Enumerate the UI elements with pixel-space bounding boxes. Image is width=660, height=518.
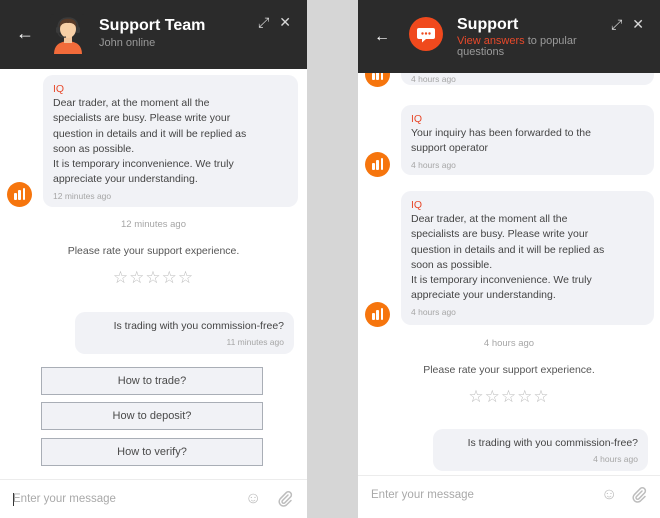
message-sender: IQ bbox=[53, 83, 65, 95]
close-icon[interactable]: ✕ bbox=[279, 15, 291, 29]
message-time: 4 hours ago bbox=[411, 159, 456, 170]
support-team-chat-window: ← Support Team John online ⤢ ✕ IQ Dear tr… bbox=[0, 0, 307, 518]
expand-icon[interactable]: ⤢ bbox=[611, 17, 622, 31]
message-input[interactable]: Enter your message bbox=[371, 489, 474, 501]
paperclip-icon[interactable] bbox=[276, 490, 294, 513]
user-message: Is trading with you commission-free? 4 h… bbox=[433, 429, 648, 471]
agent-message: IQ Your inquiry has been forwarded to th… bbox=[401, 105, 654, 175]
message-sender: IQ bbox=[411, 113, 423, 125]
chat-title: Support bbox=[457, 16, 519, 33]
message-text: Dear trader, at the moment all the speci… bbox=[411, 213, 605, 302]
expand-icon[interactable]: ⤢ bbox=[258, 15, 269, 29]
rating-stars[interactable]: ☆☆☆☆☆ bbox=[358, 387, 660, 407]
iq-logo-icon bbox=[365, 152, 390, 177]
star-icon[interactable]: ☆ bbox=[468, 387, 484, 406]
iq-logo-icon bbox=[365, 73, 390, 87]
star-icon[interactable]: ☆ bbox=[178, 268, 194, 287]
message-composer[interactable]: Enter your message ☺ bbox=[0, 479, 307, 518]
chat-title: Support Team bbox=[99, 17, 206, 34]
star-icon[interactable]: ☆ bbox=[129, 268, 145, 287]
agent-message: IQ Dear trader, at the moment all the sp… bbox=[401, 191, 654, 325]
message-time: 11 minutes ago bbox=[226, 337, 285, 348]
star-icon[interactable]: ☆ bbox=[501, 387, 517, 406]
paperclip-icon[interactable] bbox=[630, 486, 648, 509]
chat-header: ← Support View answers to popular questi… bbox=[358, 0, 660, 73]
star-icon[interactable]: ☆ bbox=[517, 387, 533, 406]
support-chat-window: ← Support View answers to popular questi… bbox=[358, 0, 660, 518]
message-list[interactable]: 4 hours ago IQ Your inquiry has been for… bbox=[358, 73, 660, 475]
message-text: Dear trader, at the moment all the speci… bbox=[53, 97, 247, 186]
header-subtitle: View answers to popular questions bbox=[457, 36, 607, 58]
star-icon[interactable]: ☆ bbox=[113, 268, 129, 287]
agent-message-partial: 4 hours ago bbox=[401, 73, 654, 85]
iq-logo-icon bbox=[365, 302, 390, 327]
user-message: Is trading with you commission-free? 11 … bbox=[75, 312, 294, 354]
emoji-icon[interactable]: ☺ bbox=[245, 490, 261, 508]
message-time: 12 minutes ago bbox=[53, 190, 112, 201]
message-composer[interactable]: Enter your message ☺ bbox=[358, 475, 660, 518]
star-icon[interactable]: ☆ bbox=[145, 268, 161, 287]
rate-prompt: Please rate your support experience. bbox=[67, 245, 240, 257]
rate-prompt: Please rate your support experience. bbox=[423, 364, 595, 376]
message-time: 4 hours ago bbox=[411, 74, 456, 84]
message-time: 4 hours ago bbox=[411, 306, 456, 317]
chat-bubble-icon bbox=[409, 17, 443, 51]
window-controls: ⤢ ✕ bbox=[601, 17, 644, 31]
divider-time: 12 minutes ago bbox=[121, 219, 186, 230]
agent-status: John online bbox=[99, 37, 156, 49]
emoji-icon[interactable]: ☺ bbox=[601, 486, 617, 504]
close-icon[interactable]: ✕ bbox=[632, 17, 644, 31]
star-icon[interactable]: ☆ bbox=[533, 387, 549, 406]
back-arrow-icon[interactable]: ← bbox=[374, 28, 390, 46]
quick-reply-trade[interactable]: How to trade? bbox=[41, 367, 263, 395]
iq-logo-icon bbox=[7, 182, 32, 207]
agent-avatar bbox=[50, 14, 86, 54]
message-text: Is trading with you commission-free? bbox=[467, 437, 638, 449]
message-list[interactable]: IQ Dear trader, at the moment all the sp… bbox=[0, 69, 307, 479]
quick-reply-deposit[interactable]: How to deposit? bbox=[41, 402, 263, 430]
message-text: Is trading with you commission-free? bbox=[113, 320, 284, 332]
message-input[interactable]: Enter your message bbox=[13, 493, 116, 505]
agent-message: IQ Dear trader, at the moment all the sp… bbox=[43, 75, 298, 207]
window-controls: ⤢ ✕ bbox=[248, 15, 291, 29]
message-sender: IQ bbox=[411, 199, 423, 211]
divider-time: 4 hours ago bbox=[483, 338, 535, 349]
message-time: 4 hours ago bbox=[593, 454, 638, 465]
message-text: Your inquiry has been forwarded to the s… bbox=[411, 127, 591, 155]
back-arrow-icon[interactable]: ← bbox=[16, 24, 34, 42]
rating-stars[interactable]: ☆☆☆☆☆ bbox=[0, 268, 307, 288]
chat-header: ← Support Team John online ⤢ ✕ bbox=[0, 0, 307, 69]
quick-reply-verify[interactable]: How to verify? bbox=[41, 438, 263, 466]
star-icon[interactable]: ☆ bbox=[485, 387, 501, 406]
star-icon[interactable]: ☆ bbox=[162, 268, 178, 287]
